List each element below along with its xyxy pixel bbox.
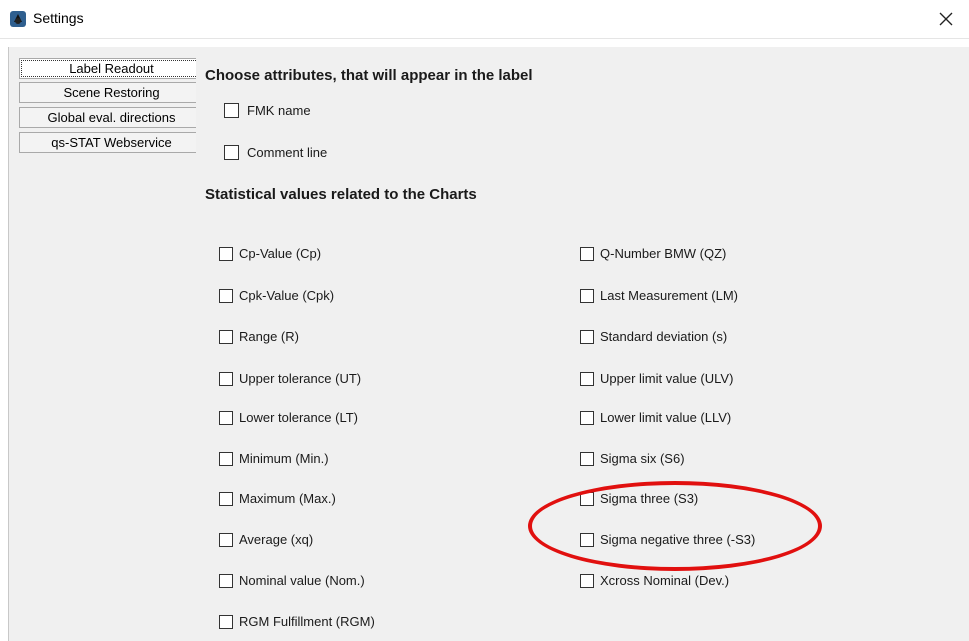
sidebar: Label Readout Scene Restoring Global eva…	[8, 47, 204, 641]
last-measurement-checkbox[interactable]	[580, 288, 594, 303]
rgm-fulfillment-option[interactable]: RGM Fulfillment (RGM)	[219, 614, 375, 629]
sigma-negative-three-checkbox[interactable]	[580, 532, 594, 547]
sigma-negative-three-option[interactable]: Sigma negative three (-S3)	[580, 532, 755, 547]
sigma-six-checkbox[interactable]	[580, 451, 594, 466]
xcross-nominal-option[interactable]: Xcross Nominal (Dev.)	[580, 573, 729, 588]
sidebar-item-label: Scene Restoring	[63, 85, 160, 100]
average-checkbox[interactable]	[219, 532, 233, 547]
nominal-value-checkbox[interactable]	[219, 573, 233, 588]
statistical-values-heading: Statistical values related to the Charts	[205, 186, 477, 203]
range-checkbox[interactable]	[219, 329, 233, 344]
upper-tolerance-checkbox[interactable]	[219, 371, 233, 386]
upper-tolerance-option[interactable]: Upper tolerance (UT)	[219, 371, 361, 386]
range-option[interactable]: Range (R)	[219, 329, 299, 344]
upper-limit-value-label: Upper limit value (ULV)	[600, 371, 734, 386]
close-button[interactable]	[923, 0, 969, 38]
sigma-six-option[interactable]: Sigma six (S6)	[580, 451, 685, 466]
sidebar-item-label-readout[interactable]: Label Readout	[19, 58, 204, 79]
lower-tolerance-label: Lower tolerance (LT)	[239, 410, 358, 425]
cp-value-option[interactable]: Cp-Value (Cp)	[219, 246, 321, 261]
cpk-value-label: Cpk-Value (Cpk)	[239, 288, 335, 303]
sigma-six-label: Sigma six (S6)	[600, 451, 685, 466]
sidebar-item-label: Global eval. directions	[47, 110, 176, 125]
lower-tolerance-option[interactable]: Lower tolerance (LT)	[219, 410, 358, 425]
fmk-name-label: FMK name	[247, 103, 311, 118]
window-title: Settings	[33, 10, 84, 26]
fmk-name-option[interactable]: FMK name	[224, 103, 311, 118]
comment-line-option[interactable]: Comment line	[224, 145, 327, 160]
cp-value-label: Cp-Value (Cp)	[239, 246, 322, 261]
range-label: Range (R)	[239, 329, 299, 344]
minimum-checkbox[interactable]	[219, 451, 233, 466]
upper-tolerance-label: Upper tolerance (UT)	[239, 371, 362, 386]
nominal-value-option[interactable]: Nominal value (Nom.)	[219, 573, 365, 588]
sigma-three-label: Sigma three (S3)	[600, 491, 699, 506]
cp-value-checkbox[interactable]	[219, 246, 233, 261]
lower-limit-value-checkbox[interactable]	[580, 410, 594, 425]
sidebar-item-label: qs-STAT Webservice	[51, 135, 172, 150]
minimum-label: Minimum (Min.)	[239, 451, 329, 466]
standard-deviation-checkbox[interactable]	[580, 329, 594, 344]
comment-line-checkbox[interactable]	[224, 145, 239, 160]
upper-limit-value-option[interactable]: Upper limit value (ULV)	[580, 371, 733, 386]
settings-app-icon	[10, 11, 26, 27]
standard-deviation-label: Standard deviation (s)	[600, 329, 728, 344]
fmk-name-checkbox[interactable]	[224, 103, 239, 118]
q-number-bmw-label: Q-Number BMW (QZ)	[600, 246, 727, 261]
sigma-negative-three-label: Sigma negative three (-S3)	[600, 532, 756, 547]
last-measurement-option[interactable]: Last Measurement (LM)	[580, 288, 738, 303]
standard-deviation-option[interactable]: Standard deviation (s)	[580, 329, 727, 344]
xcross-nominal-checkbox[interactable]	[580, 573, 594, 588]
upper-limit-value-checkbox[interactable]	[580, 371, 594, 386]
sidebar-item-global-eval-directions[interactable]: Global eval. directions	[19, 107, 204, 128]
cpk-value-checkbox[interactable]	[219, 288, 233, 303]
maximum-option[interactable]: Maximum (Max.)	[219, 491, 336, 506]
rgm-fulfillment-label: RGM Fulfillment (RGM)	[239, 614, 375, 629]
average-option[interactable]: Average (xq)	[219, 532, 313, 547]
cpk-value-option[interactable]: Cpk-Value (Cpk)	[219, 288, 334, 303]
close-icon	[939, 12, 953, 26]
last-measurement-label: Last Measurement (LM)	[600, 288, 738, 303]
title-bar: Settings	[0, 0, 969, 39]
sidebar-item-qs-stat-webservice[interactable]: qs-STAT Webservice	[19, 132, 204, 153]
rgm-fulfillment-checkbox[interactable]	[219, 614, 233, 629]
maximum-label: Maximum (Max.)	[239, 491, 336, 506]
q-number-bmw-option[interactable]: Q-Number BMW (QZ)	[580, 246, 726, 261]
label-attributes-heading: Choose attributes, that will appear in t…	[205, 67, 533, 84]
sidebar-item-scene-restoring[interactable]: Scene Restoring	[19, 82, 204, 103]
sigma-three-option[interactable]: Sigma three (S3)	[580, 491, 698, 506]
lower-limit-value-option[interactable]: Lower limit value (LLV)	[580, 410, 731, 425]
sigma-three-checkbox[interactable]	[580, 491, 594, 506]
nominal-value-label: Nominal value (Nom.)	[239, 573, 365, 588]
sidebar-item-label: Label Readout	[69, 61, 154, 76]
lower-limit-value-label: Lower limit value (LLV)	[600, 410, 732, 425]
xcross-nominal-label: Xcross Nominal (Dev.)	[600, 573, 730, 588]
settings-panel: Choose attributes, that will appear in t…	[196, 47, 969, 641]
maximum-checkbox[interactable]	[219, 491, 233, 506]
lower-tolerance-checkbox[interactable]	[219, 410, 233, 425]
q-number-bmw-checkbox[interactable]	[580, 246, 594, 261]
average-label: Average (xq)	[239, 532, 314, 547]
comment-line-label: Comment line	[247, 145, 328, 160]
minimum-option[interactable]: Minimum (Min.)	[219, 451, 329, 466]
